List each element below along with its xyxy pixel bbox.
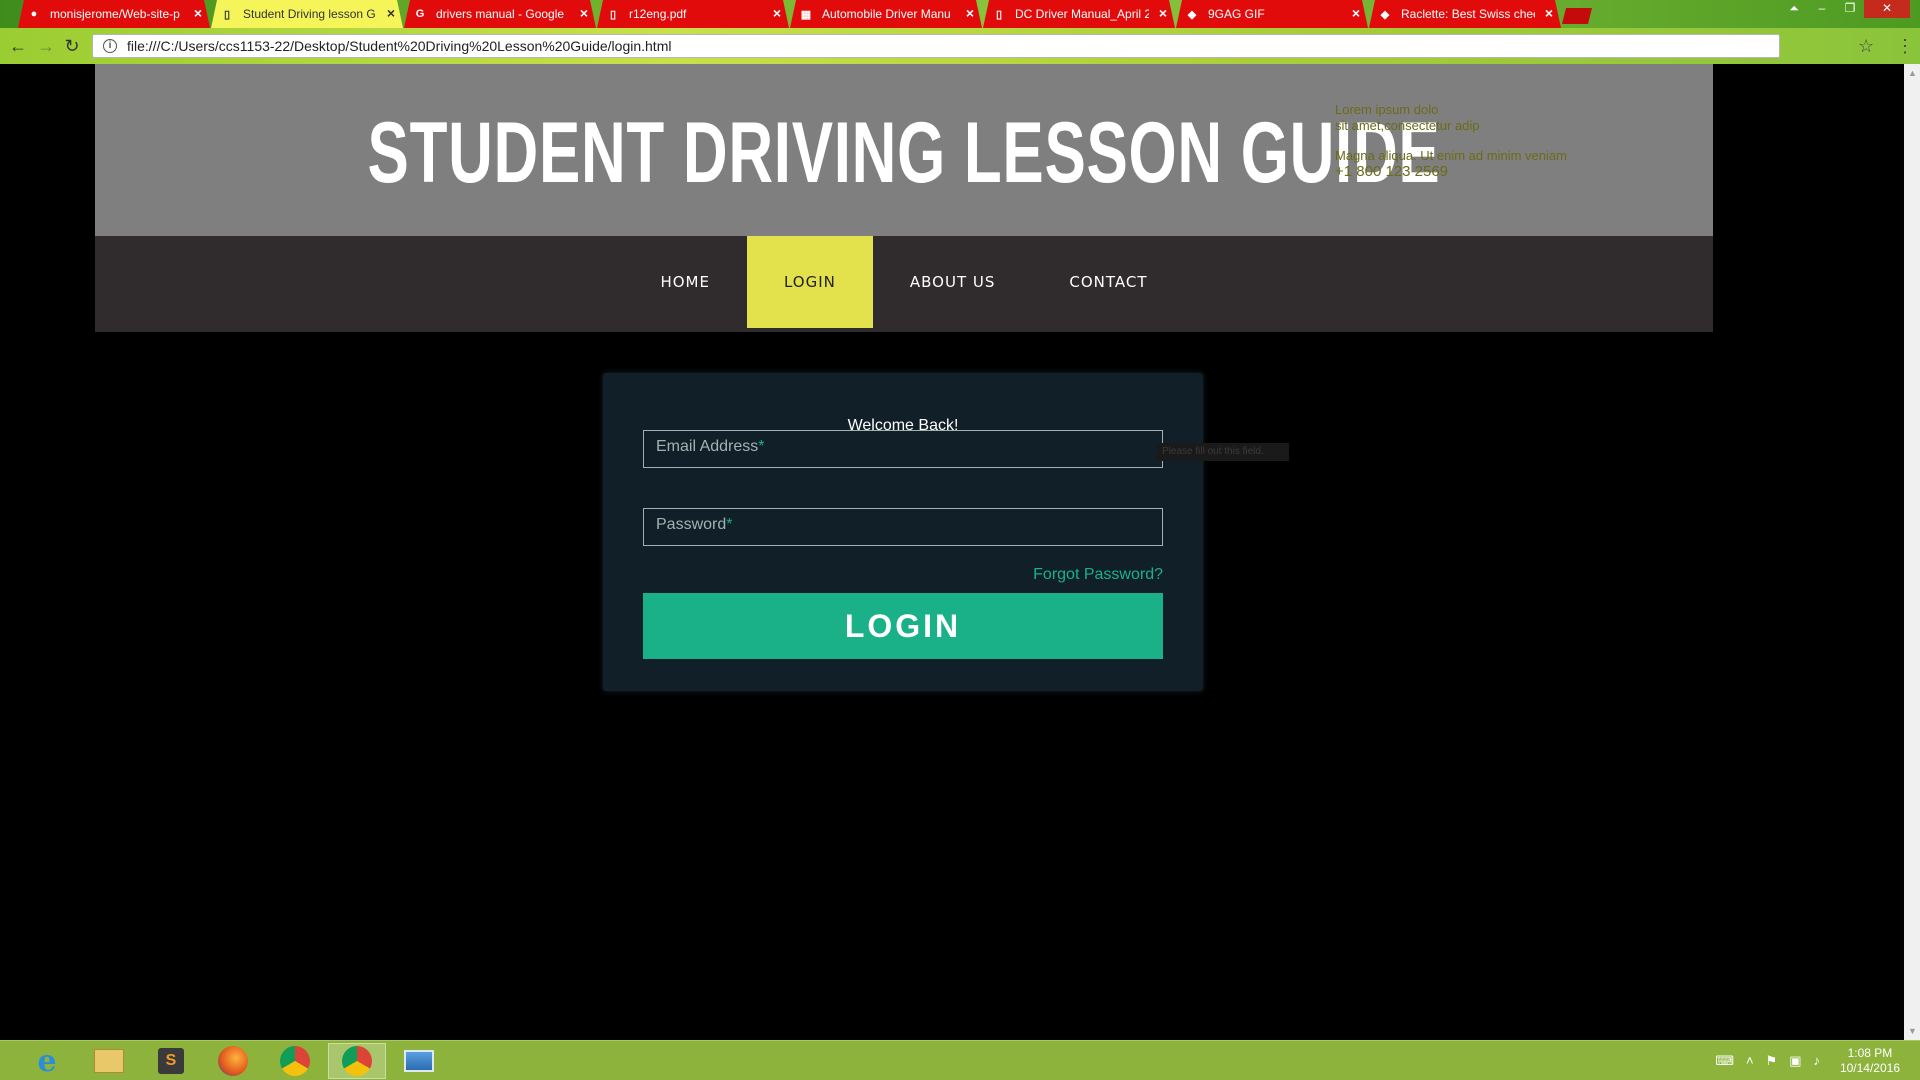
browser-toolbar: ← → ↻ i file:///C:/Users/ccs1153-22/Desk… (0, 28, 1920, 64)
password-placeholder: Password* (656, 516, 733, 533)
chevron-up-icon[interactable]: ˄ (1746, 1053, 1754, 1069)
close-window-button[interactable]: ✕ (1864, 0, 1910, 18)
9gag-icon: ◆ (1187, 8, 1197, 21)
clock-time: 1:08 PM (1847, 1046, 1893, 1060)
header-contact-info: Lorem ipsum dolo sit amet,consectetur ad… (1335, 102, 1567, 180)
nav-item-about-us[interactable]: ABOUT US (873, 236, 1033, 328)
page-viewport: STUDENT DRIVING LESSON GUIDE Lorem ipsum… (0, 64, 1904, 1040)
site-icon: ◆ (1380, 8, 1390, 21)
required-marker: * (758, 438, 765, 455)
close-tab-icon[interactable]: × (773, 6, 781, 20)
clock-date: 10/14/2016 (1839, 1061, 1900, 1075)
tab-label: Automobile Driver Manu (822, 7, 951, 21)
close-tab-icon[interactable]: × (966, 6, 974, 20)
menu-icon[interactable]: ⋮ (1896, 36, 1914, 57)
tab-strip: ● monisjerome/Web-site-p × ▯ Student Dri… (18, 0, 1592, 28)
taskbar-clock[interactable]: 1:08 PM 10/14/2016 (1840, 1046, 1900, 1076)
film-icon: ▦ (800, 8, 812, 21)
volume-icon[interactable]: ♪ (1814, 1053, 1821, 1069)
tab-label: Student Driving lesson G (243, 7, 376, 21)
chrome-icon-active[interactable] (328, 1043, 386, 1079)
browser-tab-bar: ● monisjerome/Web-site-p × ▯ Student Dri… (0, 0, 1920, 28)
keyboard-icon[interactable]: ⌨ (1715, 1053, 1734, 1069)
close-tab-icon[interactable]: × (387, 6, 395, 20)
main-nav: HOME LOGIN ABOUT US CONTACT (95, 236, 1713, 332)
tab-label: drivers manual - Google (436, 7, 565, 21)
info-icon[interactable]: i (103, 39, 117, 53)
tab-label: DC Driver Manual_April 2 (1015, 7, 1149, 21)
document-icon: ▯ (223, 8, 231, 21)
tab-label: Raclette: Best Swiss chee (1401, 7, 1535, 21)
email-placeholder: Email Address* (656, 438, 765, 455)
nav-items: HOME LOGIN ABOUT US CONTACT (95, 236, 1713, 328)
chrome-icon[interactable] (266, 1043, 324, 1079)
contact-line: sit amet,consectetur adip (1335, 118, 1480, 133)
password-field[interactable]: Password* (643, 508, 1163, 546)
browser-tab[interactable]: ▯ DC Driver Manual_April 2 × (983, 0, 1175, 28)
forgot-password-link[interactable]: Forgot Password? (1033, 566, 1163, 584)
close-tab-icon[interactable]: × (1159, 6, 1167, 20)
pdf-icon: ▯ (609, 8, 617, 21)
restore-button[interactable]: ❐ (1836, 0, 1864, 18)
github-icon: ● (30, 8, 38, 20)
scroll-down-icon[interactable]: ▼ (1908, 1026, 1917, 1036)
browser-tab[interactable]: ▦ Automobile Driver Manu × (790, 0, 982, 28)
tab-label: 9GAG GIF (1208, 7, 1265, 21)
browser-tab[interactable]: G drivers manual - Google × (404, 0, 596, 28)
photos-app-icon[interactable] (390, 1043, 448, 1079)
validation-tooltip: Please fill out this field. (1157, 443, 1289, 461)
close-tab-icon[interactable]: × (1352, 6, 1360, 20)
forward-arrow-icon[interactable]: → (36, 36, 56, 56)
email-field[interactable]: Email Address* (643, 430, 1163, 468)
scroll-up-icon[interactable]: ▲ (1908, 68, 1917, 78)
browser-tab[interactable]: ◆ Raclette: Best Swiss chee × (1369, 0, 1561, 28)
pdf-icon: ▯ (995, 8, 1003, 21)
firefox-icon[interactable] (204, 1043, 262, 1079)
minimize-button[interactable]: – (1808, 0, 1836, 18)
flag-icon[interactable]: ⚑ (1766, 1053, 1778, 1069)
network-icon[interactable]: ▣ (1789, 1053, 1801, 1069)
nav-item-home[interactable]: HOME (623, 236, 747, 328)
window-controls: ⏶ – ❐ ✕ (1780, 0, 1910, 18)
url-text: file:///C:/Users/ccs1153-22/Desktop/Stud… (127, 38, 672, 54)
reload-icon[interactable]: ↻ (62, 36, 82, 56)
user-icon[interactable]: ⏶ (1780, 0, 1808, 18)
windows-taskbar: e S ⌨ ˄ ⚑ ▣ ♪ 1:08 PM 10/14/2016 (0, 1040, 1920, 1080)
required-marker: * (726, 516, 733, 533)
system-tray: ⌨ ˄ ⚑ ▣ ♪ (1715, 1053, 1820, 1069)
nav-item-contact[interactable]: CONTACT (1032, 236, 1184, 328)
browser-tab[interactable]: ◆ 9GAG GIF × (1176, 0, 1368, 28)
vertical-scrollbar[interactable]: ▲ ▼ (1904, 64, 1920, 1040)
address-bar[interactable]: i file:///C:/Users/ccs1153-22/Desktop/St… (92, 34, 1780, 58)
site-title: STUDENT DRIVING LESSON GUIDE (367, 105, 1441, 201)
contact-line: Magna aliqua. Ut enim ad minim veniam (1335, 148, 1567, 163)
tab-label: monisjerome/Web-site-p (50, 7, 180, 21)
back-arrow-icon[interactable]: ← (8, 36, 28, 56)
browser-tab-active[interactable]: ▯ Student Driving lesson G × (211, 0, 403, 28)
close-tab-icon[interactable]: × (1545, 6, 1553, 20)
file-explorer-icon[interactable] (80, 1043, 138, 1079)
new-tab-button[interactable] (1562, 8, 1592, 24)
close-tab-icon[interactable]: × (194, 6, 202, 20)
internet-explorer-icon[interactable]: e (18, 1043, 76, 1079)
nav-item-login[interactable]: LOGIN (746, 236, 873, 328)
google-icon: G (415, 8, 425, 20)
site-header: STUDENT DRIVING LESSON GUIDE Lorem ipsum… (95, 64, 1713, 236)
login-form: Welcome Back! Email Address* Password* F… (603, 373, 1203, 691)
bookmark-star-icon[interactable]: ☆ (1858, 36, 1874, 57)
close-tab-icon[interactable]: × (580, 6, 588, 20)
sublime-text-icon[interactable]: S (142, 1043, 200, 1079)
contact-line: Lorem ipsum dolo (1335, 102, 1439, 117)
tab-label: r12eng.pdf (629, 7, 687, 21)
login-button[interactable]: LOGIN (643, 593, 1163, 659)
browser-tab[interactable]: ● monisjerome/Web-site-p × (18, 0, 210, 28)
browser-tab[interactable]: ▯ r12eng.pdf × (597, 0, 789, 28)
contact-phone: +1 800 123 2569 (1335, 163, 1449, 180)
